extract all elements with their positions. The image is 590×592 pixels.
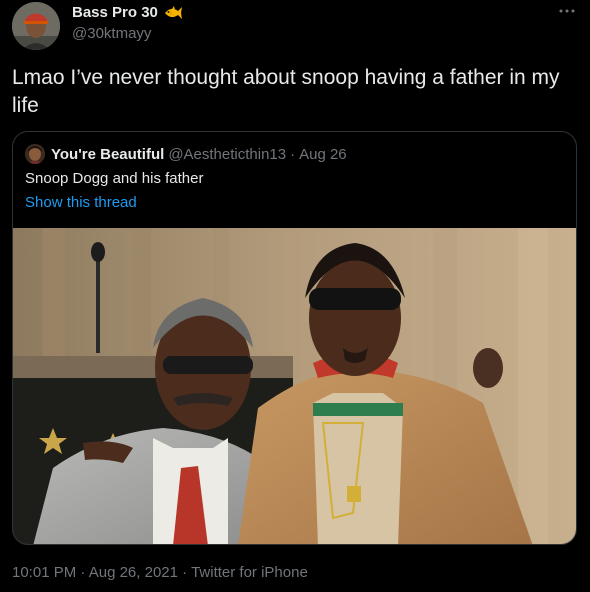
quoted-author-handle[interactable]: @Aestheticthin13 bbox=[168, 146, 286, 163]
meta-separator: · bbox=[290, 145, 296, 163]
author-avatar-image bbox=[12, 2, 60, 50]
author-avatar[interactable] bbox=[12, 2, 60, 50]
meta-separator: · bbox=[80, 564, 86, 581]
quoted-tweet-text: Snoop Dogg and his father bbox=[25, 170, 204, 187]
tweet-date[interactable]: Aug 26, 2021 bbox=[89, 564, 178, 581]
quoted-author-name[interactable]: You're Beautiful bbox=[51, 146, 164, 163]
tweet-source[interactable]: Twitter for iPhone bbox=[191, 564, 308, 581]
quoted-tweet-date[interactable]: Aug 26 bbox=[299, 146, 347, 163]
tweet-text: Lmao I’ve never thought about snoop havi… bbox=[12, 66, 560, 117]
quoted-tweet-header: You're Beautiful @Aestheticthin13 · Aug … bbox=[25, 144, 347, 164]
quoted-author-avatar[interactable] bbox=[25, 144, 45, 164]
more-dots-icon[interactable] bbox=[556, 2, 578, 20]
tweet-metadata: 10:01 PM · Aug 26, 2021 · Twitter for iP… bbox=[12, 564, 308, 581]
author-handle[interactable]: @30ktmayy bbox=[72, 25, 151, 42]
show-thread-link[interactable]: Show this thread bbox=[25, 194, 137, 211]
quoted-tweet-photo[interactable] bbox=[13, 228, 577, 545]
quoted-tweet-card[interactable]: You're Beautiful @Aestheticthin13 · Aug … bbox=[12, 131, 577, 545]
meta-separator: · bbox=[182, 564, 188, 581]
tweet-time[interactable]: 10:01 PM bbox=[12, 564, 76, 581]
author-name[interactable]: Bass Pro 30 bbox=[72, 4, 158, 21]
fish-emoji-icon bbox=[163, 5, 183, 21]
author-name-row[interactable]: Bass Pro 30 bbox=[72, 4, 183, 21]
